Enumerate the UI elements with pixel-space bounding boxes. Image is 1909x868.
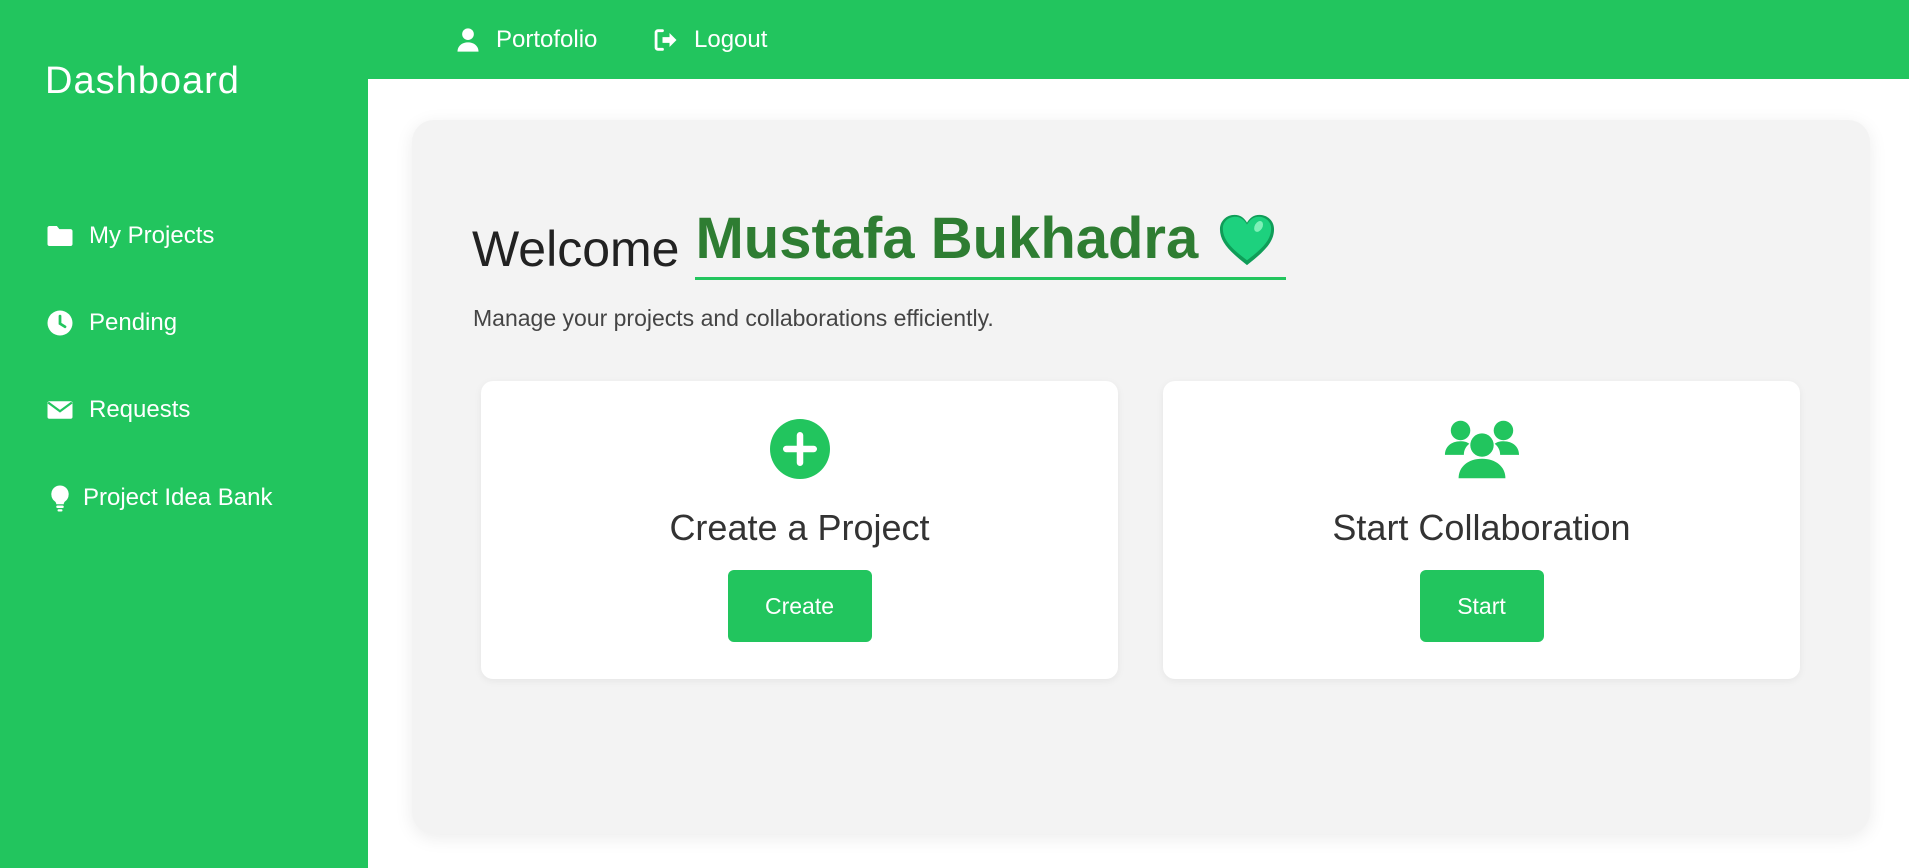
logout-link[interactable]: Logout [652, 22, 767, 58]
page-subtitle: Manage your projects and collaborations … [473, 305, 994, 331]
create-project-card: Create a Project Create [481, 381, 1118, 679]
lightbulb-icon [51, 485, 69, 512]
sidebar: Dashboard My Projects Pending Requests P… [0, 0, 368, 868]
sidebar-item-my-projects[interactable]: My Projects [45, 216, 214, 256]
clock-icon [47, 310, 73, 336]
sidebar-item-requests[interactable]: Requests [45, 390, 190, 430]
user-name-wrapper: Mustafa Bukhadra [695, 206, 1287, 280]
user-icon [457, 28, 479, 52]
logout-label: Logout [694, 26, 768, 53]
sidebar-item-project-idea-bank[interactable]: Project Idea Bank [45, 478, 272, 518]
sidebar-item-label: Project Idea Bank [83, 484, 273, 511]
folder-icon [47, 226, 73, 246]
create-button[interactable]: Create [727, 570, 872, 642]
sidebar-item-label: My Projects [89, 222, 215, 249]
welcome-word: Welcome [472, 221, 680, 277]
sidebar-item-label: Pending [89, 309, 178, 336]
start-button[interactable]: Start [1419, 570, 1544, 642]
portfolio-link[interactable]: Portofolio [454, 22, 597, 58]
start-collaboration-title: Start Collaboration [1332, 507, 1631, 548]
sidebar-item-label: Requests [89, 396, 191, 423]
sidebar-title: Dashboard [45, 60, 240, 102]
user-name: Mustafa Bukhadra [695, 206, 1199, 271]
sidebar-item-pending[interactable]: Pending [45, 303, 177, 343]
green-heart-icon [1220, 214, 1275, 266]
create-project-title: Create a Project [669, 507, 930, 548]
welcome-heading: Welcome Mustafa Bukhadra [472, 200, 1287, 280]
portfolio-label: Portofolio [496, 26, 598, 53]
envelope-icon [47, 401, 73, 419]
sign-out-icon [654, 29, 677, 51]
start-collaboration-card: Start Collaboration Start [1163, 381, 1800, 679]
plus-circle-icon [769, 419, 830, 479]
top-navbar: Portofolio Logout [368, 0, 1909, 79]
users-icon [1444, 420, 1519, 479]
